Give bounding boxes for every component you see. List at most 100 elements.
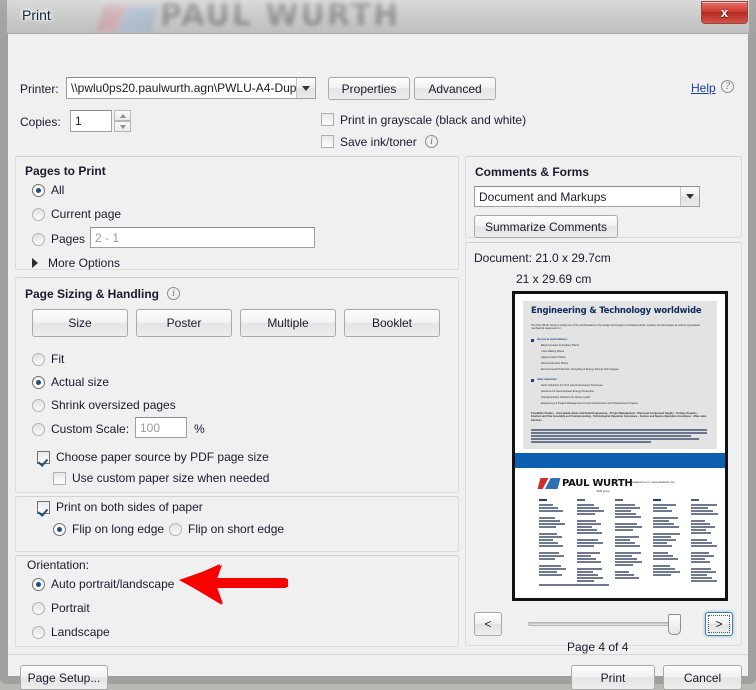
summarize-comments-button[interactable]: Summarize Comments: [474, 215, 618, 238]
preview-contact-text-line: [653, 536, 671, 538]
grayscale-checkbox[interactable]: [321, 113, 334, 126]
preview-contact-text-line: [577, 513, 595, 515]
preview-contact-text-line: [577, 523, 601, 525]
preview-contact-text-line: [653, 533, 680, 535]
previous-page-button[interactable]: <: [474, 612, 502, 636]
actual-size-label: Actual size: [51, 375, 110, 389]
preview-contact-text-line: [615, 529, 633, 531]
size-button[interactable]: Size: [32, 309, 128, 337]
page-preview[interactable]: Engineering & Technology worldwide The P…: [512, 291, 728, 601]
both-sides-label: Print on both sides of paper: [56, 500, 203, 514]
page-slider-thumb[interactable]: [668, 614, 681, 635]
preview-logo-text: PAUL WURTH: [562, 478, 633, 489]
preview-contact-text-line: [577, 526, 592, 528]
preview-contact-text-line: [653, 542, 667, 544]
orientation-auto-radio[interactable]: [32, 578, 45, 591]
preview-contact-text-line: [577, 571, 593, 573]
cancel-button[interactable]: Cancel: [663, 665, 742, 690]
preview-contact-text-line: [577, 510, 604, 512]
preview-contact-text-line: [691, 545, 717, 547]
shrink-oversized-radio[interactable]: [32, 399, 45, 412]
preview-section1-item-3: Direct Reduction Plants: [541, 362, 569, 365]
page-setup-button[interactable]: Page Setup...: [20, 665, 108, 690]
preview-contact-text-line: [691, 574, 707, 576]
preview-contact-text-line: [653, 571, 680, 573]
fit-radio[interactable]: [32, 353, 45, 366]
pages-range-radio[interactable]: [32, 233, 45, 246]
preview-section1-item-1: Coke Making Plants: [541, 350, 565, 353]
chevron-down-icon[interactable]: [296, 78, 315, 98]
save-ink-label: Save ink/toner: [340, 135, 417, 149]
close-button[interactable]: x: [701, 1, 748, 24]
preview-contact-text-line: [691, 558, 705, 560]
next-page-button[interactable]: >: [705, 612, 733, 636]
copies-stepper-down[interactable]: [114, 121, 131, 132]
preview-contact-text-line: [615, 545, 640, 547]
preview-contact-text-line: [577, 558, 596, 560]
preview-contact-text-line: [691, 539, 707, 541]
pages-current-radio[interactable]: [32, 208, 45, 221]
pages-all-radio[interactable]: [32, 184, 45, 197]
multiple-button[interactable]: Multiple: [240, 309, 336, 337]
preview-contact-text-line: [653, 552, 668, 554]
preview-contact-col-5: [691, 499, 721, 503]
preview-section2-item-0: Niche Solutions for Oil & Gas Downstream…: [541, 384, 603, 387]
orientation-auto-label: Auto portrait/landscape: [51, 577, 175, 591]
triangle-right-icon[interactable]: [32, 258, 38, 268]
copies-input[interactable]: 1: [70, 110, 112, 132]
preview-contact-text-line: [691, 510, 713, 512]
preview-contact-text-line: [653, 545, 672, 547]
custom-scale-input[interactable]: 100: [135, 417, 187, 438]
page-sizing-info-icon[interactable]: i: [167, 287, 180, 300]
orientation-landscape-radio[interactable]: [32, 626, 45, 639]
flip-long-radio[interactable]: [53, 523, 66, 536]
preview-accent-band: [515, 453, 725, 468]
preview-contact-text-line: [539, 517, 555, 519]
poster-button[interactable]: Poster: [136, 309, 232, 337]
chevron-down-icon[interactable]: [680, 187, 699, 206]
print-button[interactable]: Print: [571, 665, 655, 690]
comments-forms-select-value: Document and Markups: [479, 189, 607, 204]
preview-logo-subtext: SMS group: [596, 490, 610, 493]
both-sides-checkbox[interactable]: [37, 501, 50, 514]
question-circle-icon[interactable]: ?: [721, 80, 734, 93]
booklet-button[interactable]: Booklet: [344, 309, 440, 337]
preview-contact-text-line: [577, 577, 603, 579]
preview-contact-text-line: [691, 513, 718, 515]
printer-select[interactable]: \\pwlu0ps20.paulwurth.agn\PWLU-A4-Dup: [66, 77, 316, 99]
preview-contact-text-line: [653, 555, 673, 557]
preview-contact-text-line: [615, 564, 633, 566]
actual-size-radio[interactable]: [32, 376, 45, 389]
save-ink-checkbox[interactable]: [321, 135, 334, 148]
orientation-landscape-label: Landscape: [51, 625, 110, 639]
orientation-portrait-radio[interactable]: [32, 602, 45, 615]
comments-forms-select[interactable]: Document and Markups: [474, 186, 700, 207]
preview-contact-col-3: [615, 499, 645, 503]
custom-paper-size-checkbox[interactable]: [53, 472, 66, 485]
flip-short-radio[interactable]: [169, 523, 182, 536]
preview-contact-text-line: [577, 552, 600, 554]
preview-contact-text-line: [577, 539, 598, 541]
choose-paper-source-checkbox[interactable]: [37, 451, 50, 464]
preview-section2-item-3: Engineering & Project Management for Civ…: [541, 402, 638, 405]
copies-stepper[interactable]: [114, 110, 131, 132]
preview-contact-text-line: [615, 523, 637, 525]
custom-scale-radio[interactable]: [32, 423, 45, 436]
properties-button[interactable]: Properties: [328, 77, 410, 100]
preview-contact-text-line: [653, 574, 671, 576]
preview-section2-item-1: Solutions for Decentralised Energy Produ…: [541, 390, 595, 393]
preview-contact-text-line: [577, 561, 601, 563]
page-sizing-title: Page Sizing & Handling: [25, 287, 160, 301]
help-link[interactable]: Help: [691, 81, 716, 95]
more-options-label[interactable]: More Options: [48, 256, 120, 270]
advanced-button[interactable]: Advanced: [414, 77, 496, 100]
pages-all-label: All: [51, 183, 65, 197]
preview-contact-text-line: [539, 545, 563, 547]
page-slider-track[interactable]: [528, 622, 678, 626]
pages-range-input[interactable]: 2 - 1: [90, 227, 315, 248]
copies-stepper-up[interactable]: [114, 110, 131, 121]
preview-contact-text-line: [577, 580, 594, 582]
preview-contact-text-line: [539, 542, 558, 544]
info-icon[interactable]: i: [425, 135, 438, 148]
preview-contact-text-line: [539, 552, 559, 554]
